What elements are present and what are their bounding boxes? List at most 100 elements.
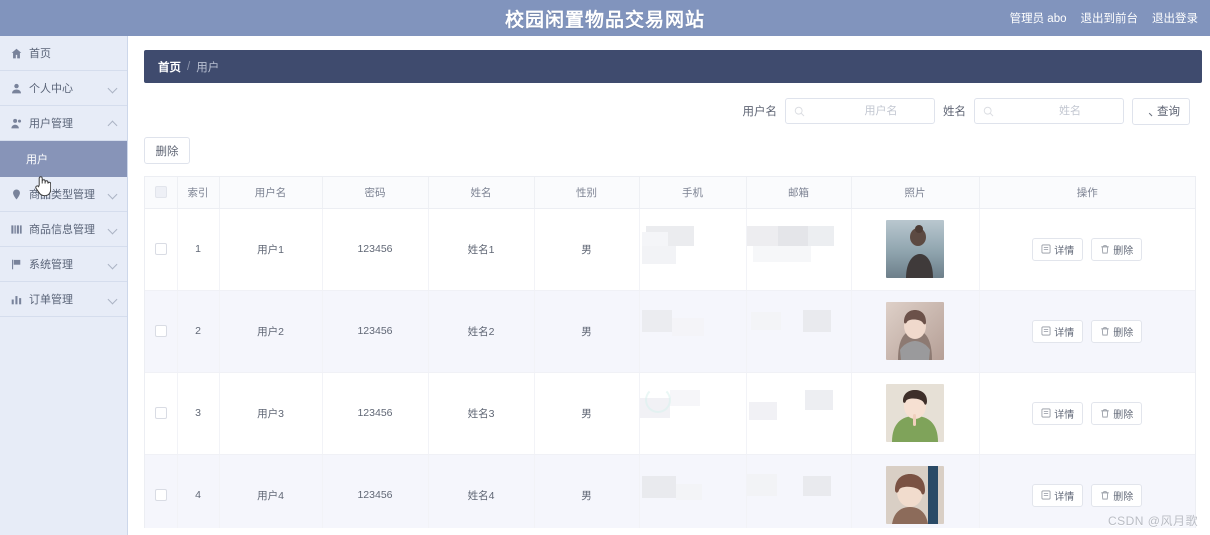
row-delete-button[interactable]: 删除 xyxy=(1091,237,1143,261)
detail-button[interactable]: 详情 xyxy=(1032,401,1084,425)
cell-gender: 男 xyxy=(534,208,640,291)
row-checkbox[interactable] xyxy=(154,407,167,420)
username-search-input[interactable] xyxy=(785,98,952,124)
row-delete-button[interactable]: 删除 xyxy=(1091,319,1143,343)
logout-link[interactable]: 退出登录 xyxy=(1152,10,1198,26)
select-all-header[interactable] xyxy=(145,177,178,209)
sidebar-item-label: 商品类型管理 xyxy=(29,189,95,201)
cell-username: 用户4 xyxy=(219,454,323,528)
bar-chart-icon xyxy=(10,293,23,306)
cell-email-redacted xyxy=(746,372,852,455)
query-button-label: 查询 xyxy=(1157,106,1180,118)
col-index: 索引 xyxy=(177,177,220,209)
table-row[interactable]: 4 用户4 123456 姓名4 男 详情 删除 xyxy=(145,454,1195,528)
sidebar-item-label: 首页 xyxy=(29,48,51,60)
table-header-row: 索引 用户名 密码 姓名 性别 手机 邮箱 照片 操作 xyxy=(145,177,1195,209)
name-search-input[interactable] xyxy=(974,98,1141,124)
users-icon xyxy=(10,117,23,130)
cell-phone-redacted xyxy=(639,454,747,528)
row-select-cell[interactable] xyxy=(145,372,178,455)
name-search-field[interactable] xyxy=(999,105,1141,117)
filter-bar: 用户名 姓名 查询 xyxy=(128,97,1190,125)
cell-photo xyxy=(851,454,980,528)
select-all-checkbox[interactable] xyxy=(154,186,167,199)
users-table: 索引 用户名 密码 姓名 性别 手机 邮箱 照片 操作 1 用户1 123456… xyxy=(145,177,1195,528)
detail-button[interactable]: 详情 xyxy=(1032,237,1084,261)
cell-gender: 男 xyxy=(534,454,640,528)
username-search-field[interactable] xyxy=(810,105,952,117)
table-row[interactable]: 2 用户2 123456 姓名2 男 详情 删除 xyxy=(145,290,1195,373)
sidebar-item-system-management[interactable]: 系统管理 xyxy=(0,247,127,282)
redacted-mosaic xyxy=(640,470,746,520)
row-checkbox[interactable] xyxy=(154,243,167,256)
cell-password: 123456 xyxy=(322,372,429,455)
cell-name: 姓名2 xyxy=(428,290,535,373)
table-head: 索引 用户名 密码 姓名 性别 手机 邮箱 照片 操作 xyxy=(145,177,1195,209)
sidebar-item-users[interactable]: 用户 xyxy=(0,141,127,177)
table-body: 1 用户1 123456 姓名1 男 详情 删除 2 用户2 123456 姓名… xyxy=(145,208,1195,528)
col-phone: 手机 xyxy=(639,177,747,209)
sidebar-item-order-management[interactable]: 订单管理 xyxy=(0,282,127,317)
cell-email-redacted xyxy=(746,290,852,373)
redacted-mosaic xyxy=(640,224,746,274)
sidebar-item-label: 用户管理 xyxy=(29,118,73,130)
cell-name: 姓名3 xyxy=(428,372,535,455)
sidebar-item-label: 订单管理 xyxy=(29,294,73,306)
grid-icon xyxy=(10,223,23,236)
detail-button[interactable]: 详情 xyxy=(1032,483,1084,507)
table-row[interactable]: 3 用户3 123456 姓名3 男 详情 删除 xyxy=(145,372,1195,455)
table-row[interactable]: 1 用户1 123456 姓名1 男 详情 删除 xyxy=(145,208,1195,291)
detail-button[interactable]: 详情 xyxy=(1032,319,1084,343)
cell-index: 4 xyxy=(177,454,220,528)
search-icon xyxy=(794,106,806,117)
col-username: 用户名 xyxy=(219,177,323,209)
row-checkbox[interactable] xyxy=(154,489,167,502)
cell-actions: 详情 删除 xyxy=(979,208,1195,291)
flag-icon xyxy=(10,258,23,271)
document-icon xyxy=(1041,490,1051,500)
exit-to-frontend-link[interactable]: 退出到前台 xyxy=(1081,10,1139,26)
cell-phone-redacted xyxy=(639,290,747,373)
redacted-mosaic xyxy=(747,306,851,356)
sidebar-item-home[interactable]: 首页 xyxy=(0,36,127,71)
detail-button-label: 详情 xyxy=(1054,327,1075,339)
cell-name: 姓名4 xyxy=(428,454,535,528)
cell-actions: 详情 删除 xyxy=(979,372,1195,455)
batch-delete-button[interactable]: 删除 xyxy=(144,137,190,164)
row-select-cell[interactable] xyxy=(145,454,178,528)
cell-username: 用户1 xyxy=(219,208,323,291)
row-delete-button[interactable]: 删除 xyxy=(1091,401,1143,425)
redacted-mosaic xyxy=(639,388,746,438)
cell-password: 123456 xyxy=(322,208,429,291)
row-checkbox[interactable] xyxy=(154,325,167,338)
col-gender: 性别 xyxy=(534,177,640,209)
chevron-down-icon xyxy=(108,83,118,93)
breadcrumb-root[interactable]: 首页 xyxy=(158,59,181,75)
detail-button-label: 详情 xyxy=(1054,491,1075,503)
row-select-cell[interactable] xyxy=(145,290,178,373)
sidebar-item-personal-center[interactable]: 个人中心 xyxy=(0,71,127,106)
sidebar-item-user-management[interactable]: 用户管理 xyxy=(0,106,127,141)
user-icon xyxy=(10,82,23,95)
cell-gender: 男 xyxy=(534,290,640,373)
detail-button-label: 详情 xyxy=(1054,245,1075,257)
sidebar-item-goods-type-management[interactable]: 商品类型管理 xyxy=(0,177,127,212)
admin-name-label: 管理员 abo xyxy=(1009,13,1067,25)
row-select-cell[interactable] xyxy=(145,208,178,291)
col-photo: 照片 xyxy=(851,177,980,209)
user-photo-thumbnail xyxy=(886,466,944,524)
cell-phone-redacted xyxy=(639,208,747,291)
sidebar-item-goods-info-management[interactable]: 商品信息管理 xyxy=(0,212,127,247)
row-delete-button[interactable]: 删除 xyxy=(1091,483,1143,507)
col-name: 姓名 xyxy=(428,177,535,209)
row-delete-button-label: 删除 xyxy=(1113,491,1134,503)
search-icon xyxy=(1142,106,1153,117)
row-delete-button-label: 删除 xyxy=(1113,245,1134,257)
redacted-mosaic xyxy=(746,470,851,520)
cell-password: 123456 xyxy=(322,454,429,528)
cell-index: 2 xyxy=(177,290,220,373)
cell-email-redacted xyxy=(746,208,852,291)
cell-phone-redacted xyxy=(639,372,747,455)
col-password: 密码 xyxy=(322,177,429,209)
cell-index: 3 xyxy=(177,372,220,455)
